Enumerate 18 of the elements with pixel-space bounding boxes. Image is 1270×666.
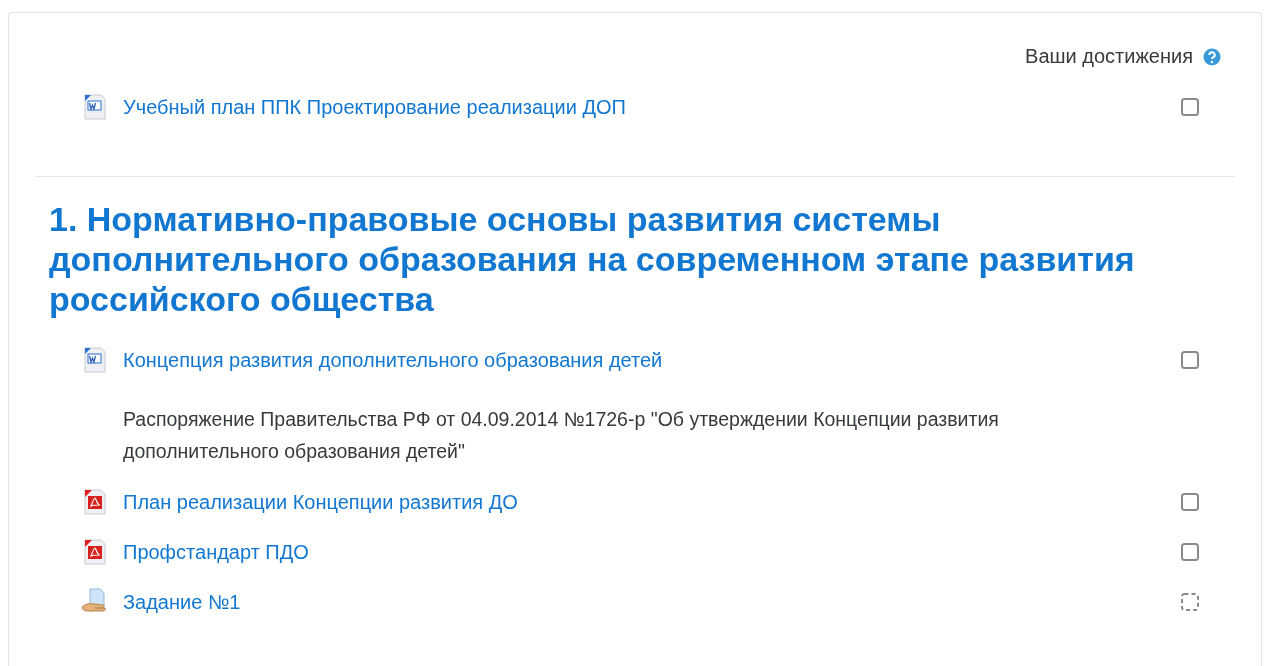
- progress-label: Ваши достижения: [1025, 45, 1193, 68]
- completion-checkbox[interactable]: [1181, 543, 1199, 561]
- pdf-document-icon: [81, 538, 109, 566]
- description-text: Распоряжение Правительства РФ от 04.09.2014 №1726-р "Об утверждении Концепции развития дополнительного образования детей": [122, 407, 1000, 464]
- completion-checkbox[interactable]: [1181, 98, 1199, 116]
- section-title: 1. Нормативно-правовые основы развития системы дополнительного образования на современном этапе развития российского общества: [48, 199, 1136, 319]
- resource-link[interactable]: План реализации Концепции развития ДО: [123, 490, 1167, 514]
- resource-link[interactable]: Учебный план ППК Проектирование реализации ДОП: [123, 95, 1167, 119]
- resource-link[interactable]: Задание №1: [123, 590, 1167, 614]
- word-document-icon: [81, 346, 109, 374]
- resource-link[interactable]: Концепция развития дополнительного образования детей: [123, 348, 1167, 372]
- resource-link[interactable]: Профстандарт ПДО: [123, 540, 1167, 564]
- word-document-icon: [81, 93, 109, 121]
- help-icon[interactable]: [1203, 47, 1221, 66]
- completion-checkbox[interactable]: [1181, 593, 1199, 611]
- completion-checkbox[interactable]: [1181, 493, 1199, 511]
- completion-checkbox[interactable]: [1181, 351, 1199, 369]
- pdf-document-icon: [81, 488, 109, 516]
